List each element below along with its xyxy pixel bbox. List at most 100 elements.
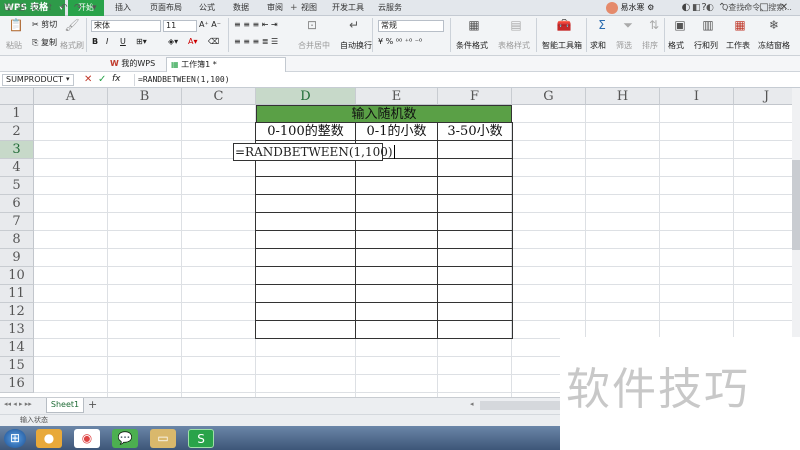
column-header-i[interactable]: I (660, 88, 734, 105)
align-top-icons[interactable]: ≡ ≡ ≡ ⇤ ⇥ (234, 20, 278, 30)
column-header-d[interactable]: D (256, 88, 356, 105)
row-header-5[interactable]: 5 (0, 177, 34, 195)
rows-cols-icon[interactable]: ▥ (700, 18, 716, 32)
row-header-10[interactable]: 10 (0, 267, 34, 285)
search-command-input[interactable]: Q查找命令、搜索... (722, 2, 792, 14)
conditional-format-icon[interactable]: ▦ (466, 18, 482, 32)
wechat-icon[interactable]: 💬 (112, 429, 138, 448)
tab-workbook[interactable]: ▦ 工作簿1 * (166, 57, 286, 72)
align-left-icons[interactable]: ≡ ≡ ≡ ≣ ☰ (234, 37, 278, 47)
format-icon[interactable]: ▣ (672, 18, 688, 32)
row-header-13[interactable]: 13 (0, 321, 34, 339)
row-header-3[interactable]: 3 (0, 141, 34, 159)
filter-button[interactable]: 筛选 (616, 41, 632, 51)
cancel-icon[interactable]: ✕ (84, 74, 92, 85)
tab-data[interactable]: 数据 (224, 0, 258, 16)
table-style-icon[interactable]: ▤ (508, 18, 524, 32)
app-icon-game[interactable]: ● (36, 429, 62, 448)
column-header-e[interactable]: E (356, 88, 438, 105)
wrap-text-button[interactable]: 自动换行 (340, 41, 372, 51)
paste-icon[interactable]: 📋 (8, 18, 24, 32)
number-format-select[interactable]: 常规 (378, 20, 444, 32)
format-painter-label[interactable]: 格式刷 (60, 41, 84, 51)
wrap-icon[interactable]: ↵ (346, 18, 362, 32)
cut-button[interactable]: ✂ 剪切 (32, 20, 57, 30)
redo-icon[interactable]: ↷ (74, 2, 82, 14)
filter-icon[interactable]: ⏷ (620, 18, 636, 32)
row-header-9[interactable]: 9 (0, 249, 34, 267)
font-size-buttons[interactable]: A⁺ A⁻ (199, 20, 221, 30)
skin-toggle-icon[interactable]: ◐ (706, 2, 714, 14)
smart-toolbox-button[interactable]: 智能工具箱 (542, 41, 582, 51)
chevron-down-icon[interactable]: ▾ (66, 75, 70, 83)
tab-insert[interactable]: 插入 (106, 0, 140, 16)
number-format-icons[interactable]: ¥ % ⁰⁰ ⁺⁰ ⁻⁰ (378, 37, 422, 47)
column-header-h[interactable]: H (586, 88, 660, 105)
tab-my-wps[interactable]: W 我的WPS (110, 57, 155, 71)
sort-icon[interactable]: ⇅ (646, 18, 662, 32)
add-sheet-icon[interactable]: + (88, 398, 97, 411)
user-account[interactable]: 易水寒 ⚙ (606, 0, 654, 16)
start-button-icon[interactable]: ⊞ (4, 429, 26, 448)
tab-cloud[interactable]: 云服务 (370, 0, 410, 16)
merge-center-button[interactable]: 合并居中 (298, 41, 330, 51)
column-header-j[interactable]: J (734, 88, 800, 105)
toolbox-icon[interactable]: 🧰 (556, 18, 572, 32)
name-box[interactable]: SUMPRODUCT (2, 74, 74, 86)
border-icon[interactable]: ⊞▾ (136, 37, 147, 47)
formula-input[interactable]: =RANDBETWEEN(1,100) (134, 74, 798, 86)
chevron-down-icon[interactable]: ▾ (92, 2, 97, 14)
confirm-icon[interactable]: ✓ (98, 74, 106, 85)
worksheet-icon[interactable]: ▦ (732, 18, 748, 32)
column-header-f[interactable]: F (438, 88, 512, 105)
font-color-icon[interactable]: A▾ (188, 37, 198, 47)
row-header-14[interactable]: 14 (0, 339, 34, 357)
row-header-7[interactable]: 7 (0, 213, 34, 231)
sum-icon[interactable]: Σ (594, 18, 610, 32)
italic-icon[interactable]: I (106, 37, 108, 47)
sheet-tab-1[interactable]: Sheet1 (46, 398, 84, 413)
row-header-6[interactable]: 6 (0, 195, 34, 213)
rows-cols-button[interactable]: 行和列 (694, 41, 718, 51)
header-cell-range-decimal[interactable]: 3-50小数 (438, 123, 512, 140)
scrollbar-thumb[interactable] (792, 160, 800, 250)
print-icon[interactable]: ⎙ (18, 2, 25, 14)
font-size-select[interactable]: 11 (163, 20, 197, 32)
sheet-nav-icons[interactable]: ◂◂ ◂ ▸ ▸▸ (4, 400, 32, 408)
bold-icon[interactable]: B (92, 37, 98, 47)
tab-developer[interactable]: 开发工具 (326, 0, 370, 16)
font-select[interactable]: 宋体 (91, 20, 161, 32)
header-cell-integer[interactable]: 0-100的整数 (256, 123, 355, 140)
print-preview-icon[interactable]: ⊡ (32, 2, 40, 14)
row-header-16[interactable]: 16 (0, 375, 34, 393)
export-icon[interactable]: ⇪ (46, 2, 54, 14)
chrome-icon[interactable]: ◉ (74, 429, 100, 448)
new-tab-icon[interactable]: + (290, 2, 298, 14)
table-title-cell[interactable]: 输入随机数 (256, 105, 512, 123)
freeze-icon[interactable]: ❄ (766, 18, 782, 32)
tab-formula[interactable]: 公式 (190, 0, 224, 16)
freeze-panes-button[interactable]: 冻结窗格 (758, 41, 790, 51)
insert-function-icon[interactable]: fx (112, 74, 121, 84)
sort-button[interactable]: 排序 (642, 41, 658, 51)
column-header-c[interactable]: C (182, 88, 256, 105)
save-icon[interactable]: 🖫 (4, 2, 12, 14)
header-cell-decimal[interactable]: 0-1的小数 (356, 123, 437, 140)
underline-icon[interactable]: U (120, 37, 126, 47)
row-header-4[interactable]: 4 (0, 159, 34, 177)
brush-icon[interactable]: 🖌 (64, 18, 80, 32)
row-header-11[interactable]: 11 (0, 285, 34, 303)
conditional-format-button[interactable]: 条件格式 (456, 41, 488, 51)
folder-icon[interactable]: ▭ (150, 429, 176, 448)
clear-format-icon[interactable]: ⌫ (208, 37, 219, 47)
paste-label[interactable]: 粘贴 (6, 41, 22, 51)
tab-page-layout[interactable]: 页面布局 (142, 0, 190, 16)
copy-button[interactable]: ⎘ 复制 (32, 38, 57, 48)
tab-review[interactable]: 审阅 (258, 0, 292, 16)
sum-button[interactable]: 求和 (590, 41, 606, 51)
row-header-12[interactable]: 12 (0, 303, 34, 321)
scroll-left-icon[interactable]: ◂ (470, 400, 474, 408)
undo-icon[interactable]: ↶ (60, 2, 68, 14)
column-header-b[interactable]: B (108, 88, 182, 105)
hint-icon[interactable]: ◧ (692, 2, 701, 14)
